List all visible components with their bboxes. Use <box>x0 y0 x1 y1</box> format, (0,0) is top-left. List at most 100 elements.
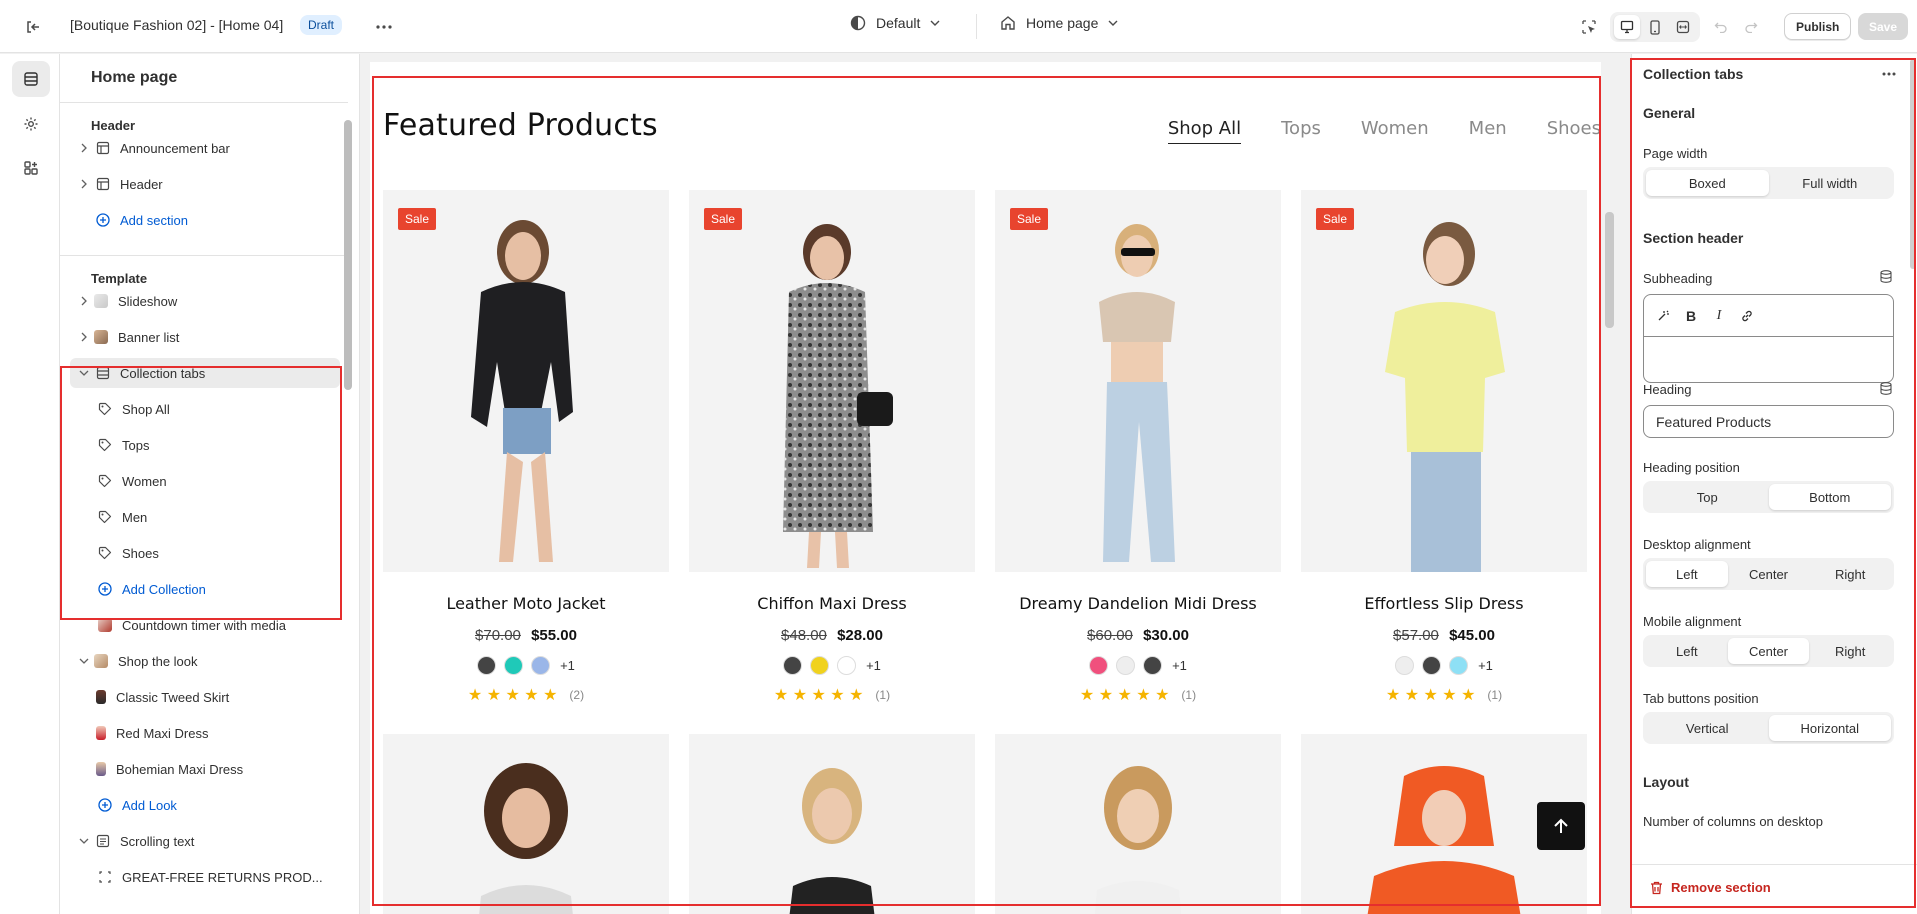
color-swatch[interactable] <box>837 656 857 675</box>
block-scrolling-text-item[interactable]: GREAT-FREE RETURNS PROD... <box>70 862 340 892</box>
database-icon[interactable] <box>1878 268 1894 284</box>
publish-button[interactable]: Publish <box>1784 13 1852 40</box>
option-center[interactable]: Center <box>1728 561 1810 587</box>
more-icon[interactable] <box>1878 64 1900 84</box>
product-name[interactable]: Chiffon Maxi Dress <box>689 594 975 613</box>
block-look-3[interactable]: Bohemian Maxi Dress <box>70 754 340 784</box>
chevron-down-icon[interactable] <box>76 653 92 669</box>
chevron-right-icon[interactable] <box>76 140 92 156</box>
option-horizontal[interactable]: Horizontal <box>1768 715 1891 741</box>
product-image[interactable] <box>689 734 975 914</box>
option-top[interactable]: Top <box>1646 484 1769 510</box>
block-look-1[interactable]: Classic Tweed Skirt <box>70 682 340 712</box>
section-slideshow[interactable]: Slideshow <box>70 286 340 316</box>
section-banner-list[interactable]: Banner list <box>70 322 340 352</box>
italic-icon[interactable]: I <box>1710 307 1728 325</box>
inspector-icon[interactable] <box>1576 14 1602 40</box>
color-swatch[interactable] <box>1449 656 1469 675</box>
color-swatch[interactable] <box>783 656 803 675</box>
section-shop-the-look[interactable]: Shop the look <box>70 646 340 676</box>
product-image[interactable]: Sale <box>1301 190 1587 572</box>
section-header[interactable]: Header <box>70 169 340 199</box>
color-swatch[interactable] <box>477 656 497 675</box>
product-card[interactable] <box>689 734 975 914</box>
section-scrolling-text[interactable]: Scrolling text <box>70 826 340 856</box>
tab-women[interactable]: Women <box>1361 118 1429 144</box>
color-swatch[interactable] <box>1116 656 1136 675</box>
product-image[interactable] <box>383 734 669 914</box>
page-selector[interactable]: Home page <box>1000 15 1118 31</box>
block-men[interactable]: Men <box>70 502 340 532</box>
color-swatch[interactable] <box>504 656 524 675</box>
bold-icon[interactable]: B <box>1682 307 1700 325</box>
tab-tops[interactable]: Tops <box>1281 118 1321 144</box>
color-swatch[interactable] <box>810 656 830 675</box>
section-countdown[interactable]: Countdown timer with media <box>70 610 340 640</box>
block-tops[interactable]: Tops <box>70 430 340 460</box>
option-boxed[interactable]: Boxed <box>1646 170 1769 196</box>
link-icon[interactable] <box>1738 307 1756 325</box>
mobile-icon[interactable] <box>1642 15 1668 39</box>
product-card[interactable] <box>995 734 1281 914</box>
product-card[interactable]: Sale Dreamy Dandelion Midi Dress $60.00 … <box>995 190 1281 705</box>
color-swatch[interactable] <box>1089 656 1109 675</box>
subheading-input[interactable] <box>1644 337 1893 383</box>
theme-selector[interactable]: Default <box>850 15 940 31</box>
chevron-down-icon[interactable] <box>76 833 92 849</box>
desktop-icon[interactable] <box>1614 15 1640 39</box>
color-swatch[interactable] <box>1422 656 1442 675</box>
section-collection-tabs[interactable]: Collection tabs <box>70 358 340 388</box>
product-card[interactable]: Sale Effortless Slip Dress $57.00 $45.00… <box>1301 190 1587 705</box>
option-center[interactable]: Center <box>1727 638 1810 664</box>
apps-icon[interactable] <box>12 150 50 186</box>
product-image[interactable]: Sale <box>995 190 1281 572</box>
preview-scrollbar-thumb[interactable] <box>1605 212 1614 328</box>
product-image[interactable] <box>995 734 1281 914</box>
undo-icon[interactable] <box>1708 14 1734 40</box>
product-name[interactable]: Dreamy Dandelion Midi Dress <box>995 594 1281 613</box>
product-card[interactable] <box>383 734 669 914</box>
product-image[interactable]: Sale <box>689 190 975 572</box>
preview-scrollbar[interactable] <box>1603 54 1617 914</box>
option-right[interactable]: Right <box>1809 638 1891 664</box>
color-swatch[interactable] <box>531 656 551 675</box>
fullscreen-icon[interactable] <box>1670 15 1696 39</box>
exit-icon[interactable] <box>22 16 44 38</box>
magic-icon[interactable] <box>1654 307 1672 325</box>
add-section-button[interactable]: Add section <box>70 205 340 235</box>
sections-icon[interactable] <box>12 61 50 97</box>
add-collection-button[interactable]: Add Collection <box>70 574 340 604</box>
product-card[interactable]: Sale Chiffon Maxi Dress $48.00 $28.00 +1… <box>689 190 975 705</box>
option-left[interactable]: Left <box>1646 561 1728 587</box>
chevron-right-icon[interactable] <box>76 293 92 309</box>
product-name[interactable]: Effortless Slip Dress <box>1301 594 1587 613</box>
product-card[interactable]: Sale Leather Moto Jacket $70.00 $55.00 +… <box>383 190 669 705</box>
section-announcement-bar[interactable]: Announcement bar <box>70 133 340 163</box>
database-icon[interactable] <box>1878 380 1894 396</box>
block-shop-all[interactable]: Shop All <box>70 394 340 424</box>
heading-input[interactable]: Featured Products <box>1643 405 1894 438</box>
option-left[interactable]: Left <box>1646 638 1728 664</box>
sections-scrollbar-thumb[interactable] <box>344 120 352 390</box>
option-right[interactable]: Right <box>1809 561 1891 587</box>
back-to-top-button[interactable] <box>1537 802 1585 850</box>
product-image[interactable]: Sale <box>383 190 669 572</box>
block-shoes[interactable]: Shoes <box>70 538 340 568</box>
save-button[interactable]: Save <box>1858 13 1908 40</box>
redo-icon[interactable] <box>1738 14 1764 40</box>
add-look-button[interactable]: Add Look <box>70 790 340 820</box>
tab-shop-all[interactable]: Shop All <box>1167 118 1242 144</box>
block-look-2[interactable]: Red Maxi Dress <box>70 718 340 748</box>
settings-icon[interactable] <box>12 106 50 142</box>
option-bottom[interactable]: Bottom <box>1768 484 1891 510</box>
settings-scrollbar[interactable] <box>1910 59 1916 269</box>
chevron-down-icon[interactable] <box>76 365 92 381</box>
remove-section-button[interactable]: Remove section <box>1650 880 1771 895</box>
option-full-width[interactable]: Full width <box>1769 170 1892 196</box>
option-vertical[interactable]: Vertical <box>1646 715 1769 741</box>
product-name[interactable]: Leather Moto Jacket <box>383 594 669 613</box>
chevron-right-icon[interactable] <box>76 329 92 345</box>
color-swatch[interactable] <box>1143 656 1163 675</box>
chevron-right-icon[interactable] <box>76 176 92 192</box>
color-swatch[interactable] <box>1395 656 1415 675</box>
